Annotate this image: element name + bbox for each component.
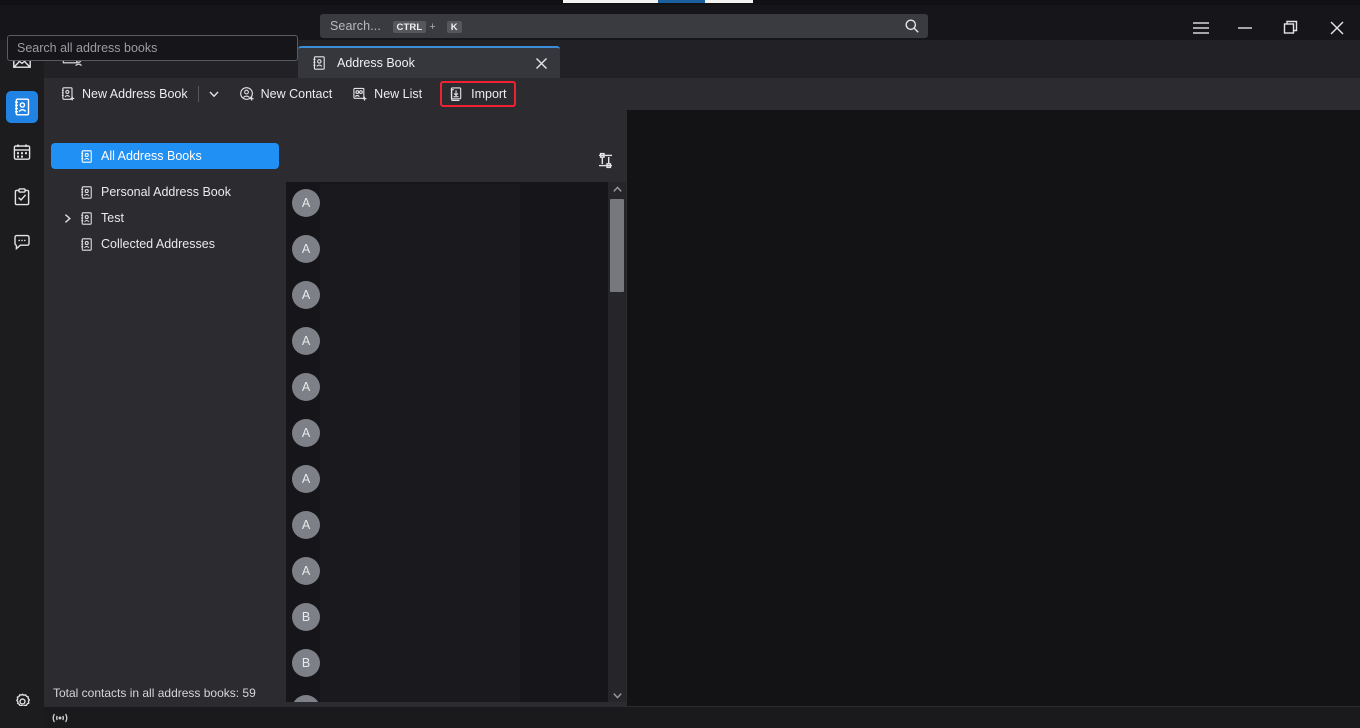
avatar: A — [292, 327, 320, 355]
list-item[interactable]: A — [286, 184, 612, 230]
contact-detail-pane — [626, 110, 1360, 706]
contacts-list-scrollbar[interactable] — [608, 182, 626, 702]
new-list-label: New List — [374, 87, 423, 101]
new-contact-label: New Contact — [260, 87, 333, 101]
avatar: B — [292, 649, 320, 677]
avatar: A — [292, 373, 320, 401]
tab-label: Address Book — [337, 56, 415, 70]
tabstrip-fragment-light-right — [705, 0, 753, 3]
contact-name-placeholder — [320, 690, 520, 702]
list-item[interactable]: A — [286, 460, 612, 506]
search-placeholder: Search all address books — [17, 41, 158, 55]
app-window: Search... CTRL + K Address Book New Addr… — [0, 0, 1360, 728]
new-address-book-label: New Address Book — [82, 87, 188, 101]
address-book-toolbar: New Address Book New Contact New List Im… — [44, 78, 1360, 110]
toolbar-separator — [197, 86, 199, 102]
tabstrip-fragment-light-left — [563, 0, 658, 3]
avatar: A — [292, 465, 320, 493]
global-search-bar[interactable]: Search... CTRL + K — [320, 14, 928, 38]
contact-name-placeholder — [320, 322, 520, 368]
chevron-right-icon[interactable] — [61, 212, 73, 224]
list-item[interactable]: B — [286, 690, 612, 702]
contact-name-placeholder — [320, 276, 520, 322]
sidebar-item-all-address-books[interactable]: All Address Books — [51, 143, 279, 169]
sidebar-item-test[interactable]: Test — [51, 205, 279, 231]
avatar: A — [292, 235, 320, 263]
scrollbar-thumb[interactable] — [610, 199, 624, 292]
new-list-button[interactable]: New List — [346, 82, 428, 106]
list-add-icon — [353, 87, 367, 101]
sidebar-item-personal-address-book[interactable]: Personal Address Book — [51, 179, 279, 205]
chevron-down-icon[interactable] — [608, 688, 626, 702]
list-item[interactable]: A — [286, 322, 612, 368]
list-item[interactable]: A — [286, 368, 612, 414]
contact-name-placeholder — [320, 598, 520, 644]
import-icon — [450, 87, 462, 101]
contact-name-placeholder — [320, 460, 520, 506]
tabstrip-fragment-blue — [658, 0, 705, 3]
contact-name-placeholder — [320, 644, 520, 690]
search-icon — [904, 18, 920, 34]
address-book-icon — [78, 148, 94, 164]
close-icon[interactable] — [532, 54, 550, 72]
space-chat[interactable] — [6, 226, 38, 258]
address-book-icon — [78, 210, 94, 226]
bottom-status-strip — [44, 706, 1360, 728]
sidebar-item-label: Test — [101, 211, 124, 225]
avatar: B — [292, 695, 320, 702]
tab-address-book[interactable]: Address Book — [298, 46, 560, 78]
space-tasks[interactable] — [6, 181, 38, 213]
address-book-icon — [78, 236, 94, 252]
avatar: A — [292, 189, 320, 217]
status-bar: Total contacts in all address books: 59 — [44, 680, 286, 706]
list-item[interactable]: A — [286, 414, 612, 460]
new-contact-button[interactable]: New Contact — [233, 82, 339, 106]
shortcut-ctrl-key: CTRL — [392, 20, 427, 33]
list-item[interactable]: B — [286, 644, 612, 690]
chevron-up-icon[interactable] — [608, 182, 626, 196]
new-address-book-dropdown[interactable] — [203, 82, 225, 106]
spaces-bottom-fill — [0, 706, 44, 728]
list-item[interactable]: A — [286, 276, 612, 322]
search-all-address-books-input[interactable]: Search all address books — [7, 35, 298, 61]
contact-name-placeholder — [320, 552, 520, 598]
global-search-placeholder: Search... CTRL + K — [330, 19, 462, 33]
avatar: A — [292, 281, 320, 309]
contact-name-placeholder — [320, 506, 520, 552]
contact-name-placeholder — [320, 184, 520, 230]
space-calendar[interactable] — [6, 136, 38, 168]
avatar: A — [292, 557, 320, 585]
avatar: A — [292, 419, 320, 447]
sort-options-icon[interactable] — [595, 150, 615, 170]
contact-add-icon — [239, 87, 254, 101]
list-item[interactable]: A — [286, 552, 612, 598]
new-address-book-button[interactable]: New Address Book — [54, 82, 194, 106]
contact-name-placeholder — [320, 230, 520, 276]
contact-name-placeholder — [320, 414, 520, 460]
list-item[interactable]: B — [286, 598, 612, 644]
import-label: Import — [471, 87, 507, 101]
shortcut-plus: + — [429, 21, 436, 33]
list-item[interactable]: A — [286, 506, 612, 552]
total-contacts-status: Total contacts in all address books: 59 — [53, 686, 256, 700]
sidebar-item-label: Personal Address Book — [101, 185, 231, 199]
contact-name-placeholder — [320, 368, 520, 414]
sidebar-item-label: Collected Addresses — [101, 237, 215, 251]
import-button[interactable]: Import — [440, 81, 516, 107]
sync-activity-icon — [49, 710, 71, 726]
shortcut-k-key: K — [446, 20, 462, 33]
sidebar-item-collected-addresses[interactable]: Collected Addresses — [51, 231, 279, 257]
address-books-pane: All Address Books Personal Address Book — [44, 110, 286, 680]
spaces-toolbar — [0, 40, 44, 728]
chevron-down-icon — [209, 91, 219, 98]
list-item[interactable]: A — [286, 230, 612, 276]
address-book-add-icon — [61, 87, 75, 101]
address-book-icon — [311, 55, 327, 71]
avatar: B — [292, 603, 320, 631]
address-book-icon — [78, 184, 94, 200]
space-address-book[interactable] — [6, 91, 38, 123]
avatar: A — [292, 511, 320, 539]
contacts-list[interactable]: A A A A A A A A A B B B — [286, 182, 612, 702]
sidebar-item-label: All Address Books — [101, 149, 202, 163]
